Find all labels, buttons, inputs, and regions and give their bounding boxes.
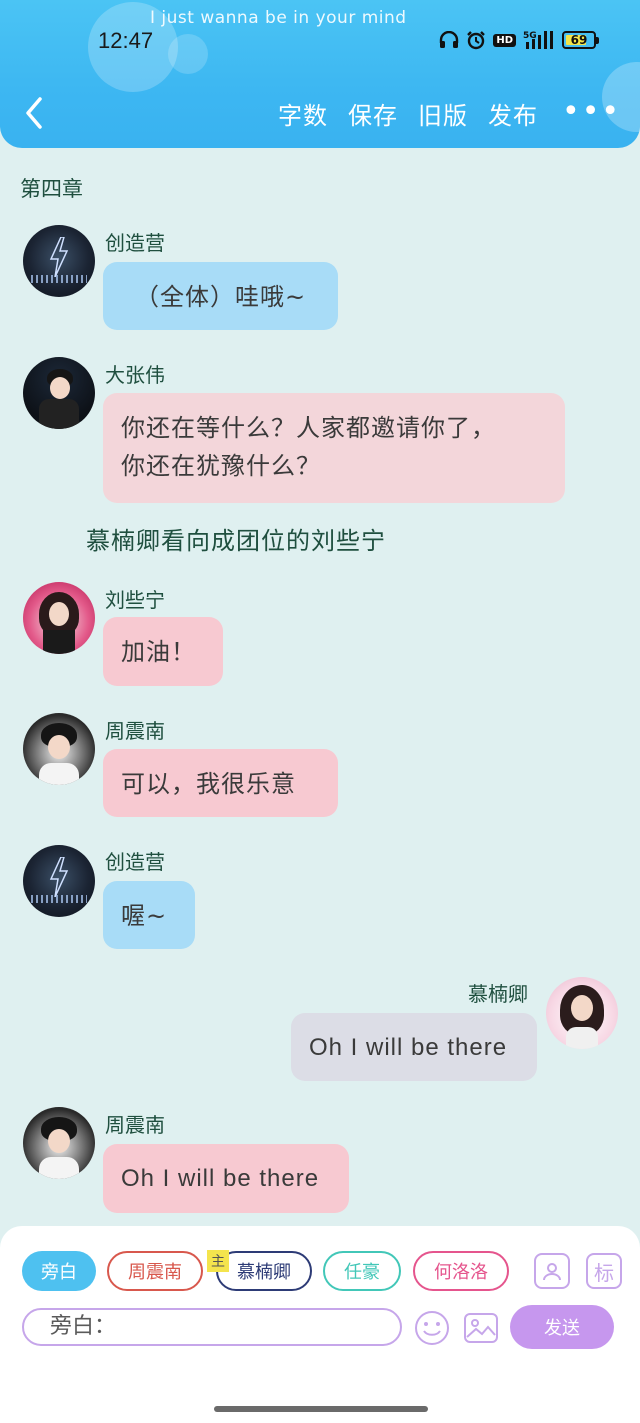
sender-name: 创造营 [105, 231, 165, 255]
message-bubble[interactable]: Oh I will be there [103, 1144, 349, 1213]
avatar[interactable] [23, 1107, 95, 1179]
mark-button[interactable]: 标 [586, 1253, 622, 1289]
image-icon[interactable] [462, 1309, 500, 1347]
avatar[interactable] [23, 713, 95, 785]
role-chip-zhou-zhennan[interactable]: 周震南 [107, 1251, 203, 1291]
sender-name: 创造营 [105, 850, 165, 874]
top-header: I just wanna be in your mind 12:47 HD 5G… [0, 0, 640, 148]
person-icon [543, 1263, 561, 1281]
chapter-title: 第四章 [20, 177, 83, 201]
more-menu-button[interactable]: ••• [562, 97, 621, 127]
role-chip-narration[interactable]: 旁白 [22, 1251, 96, 1291]
status-icons: HD 5G 69 [439, 28, 599, 52]
lyric-ticker: I just wanna be in your mind [150, 8, 407, 28]
word-count-button[interactable]: 字数 [278, 96, 328, 131]
old-version-button[interactable]: 旧版 [418, 96, 468, 131]
narration-text[interactable]: 慕楠卿看向成团位的刘些宁 [86, 521, 386, 556]
alarm-icon [466, 30, 486, 50]
save-button[interactable]: 保存 [348, 96, 398, 131]
role-chip-mu-nanqing[interactable]: 慕楠卿 [216, 1251, 312, 1291]
sender-name: 大张伟 [105, 363, 165, 387]
emoji-icon[interactable] [413, 1309, 451, 1347]
avatar[interactable] [23, 225, 95, 297]
back-button[interactable] [20, 94, 50, 132]
message-bubble[interactable]: 加油！ [103, 617, 223, 686]
sender-name: 周震南 [105, 719, 165, 743]
message-bubble[interactable]: 可以，我很乐意 [103, 749, 338, 817]
sender-name: 慕楠卿 [468, 982, 528, 1006]
role-chip-ren-hao[interactable]: 任豪 [323, 1251, 401, 1291]
message-line: 你还在等什么？人家都邀请你了， [121, 414, 496, 442]
status-time: 12:47 [98, 28, 154, 53]
hd-badge: HD [493, 33, 516, 47]
message-input[interactable]: 旁白： [22, 1308, 402, 1346]
battery-icon: 69 [562, 31, 599, 49]
message-line: 你还在犹豫什么？ [121, 452, 321, 480]
publish-button[interactable]: 发布 [488, 96, 538, 131]
character-manage-button[interactable] [534, 1253, 570, 1289]
sender-name: 刘些宁 [105, 588, 165, 612]
main-role-badge: 主 [207, 1250, 229, 1272]
avatar[interactable] [23, 582, 95, 654]
send-button[interactable]: 发送 [510, 1305, 614, 1349]
message-bubble[interactable]: 喔~ [103, 881, 195, 949]
message-bubble[interactable]: 你还在等什么？人家都邀请你了， 你还在犹豫什么？ [103, 393, 565, 503]
toolbar-actions: 字数 保存 旧版 发布 [278, 96, 538, 131]
message-bubble[interactable]: Oh I will be there [291, 1013, 537, 1081]
role-chip-he-luoluo[interactable]: 何洛洛 [413, 1251, 509, 1291]
avatar[interactable] [546, 977, 618, 1049]
avatar[interactable] [23, 357, 95, 429]
avatar[interactable] [23, 845, 95, 917]
message-bubble[interactable]: （全体）哇哦~ [103, 262, 338, 330]
decorative-bubble [168, 34, 208, 74]
home-indicator[interactable] [214, 1406, 428, 1412]
sender-name: 周震南 [105, 1113, 165, 1137]
signal-icon: 5G [523, 30, 555, 50]
battery-level: 69 [570, 33, 588, 47]
headphones-icon [439, 31, 459, 49]
